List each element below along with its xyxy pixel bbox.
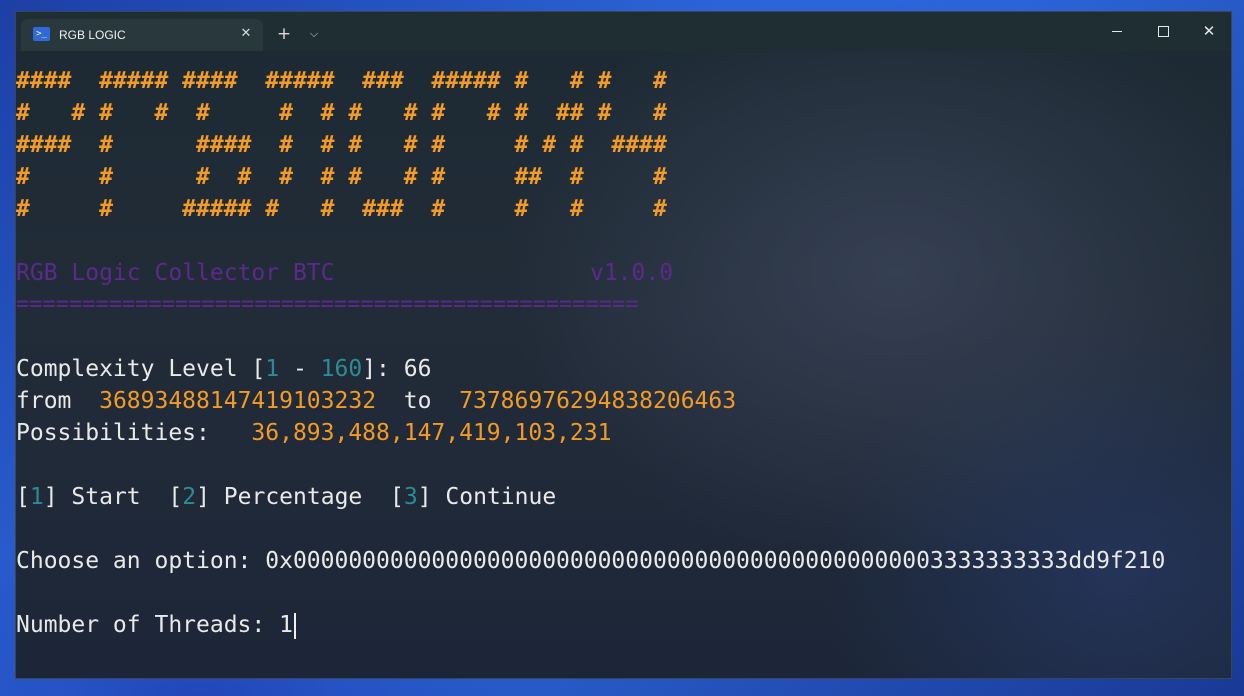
menu-label-percentage: Percentage (223, 484, 363, 510)
terminal-window: >_ RGB LOGIC ✕ + ⌵ ✕ #### ##### #### ###… (15, 11, 1232, 679)
title-bar: >_ RGB LOGIC ✕ + ⌵ ✕ (16, 12, 1231, 51)
banner-line-2: # # # # # # # # # # # # ## # # (16, 100, 667, 126)
threads-prompt-label: Number of Threads: (16, 612, 280, 638)
threads-prompt-value[interactable]: 1 (279, 612, 293, 638)
app-version: v1.0.0 (590, 260, 674, 286)
banner-line-4: # # # # # # # # # ## # # (16, 164, 667, 190)
minimize-button[interactable] (1102, 18, 1132, 44)
tab-rgb-logic[interactable]: >_ RGB LOGIC ✕ (21, 19, 263, 51)
powershell-icon: >_ (33, 27, 50, 41)
complexity-sep: - (279, 356, 321, 382)
range-to-label: to (376, 388, 460, 414)
range-line: from 36893488147419103232 to 73786976294… (16, 385, 736, 417)
banner-line-1: #### ##### #### ##### ### ##### # # # # (16, 68, 667, 94)
complexity-label: Complexity Level [ (16, 356, 266, 382)
complexity-close: ]: (362, 356, 404, 382)
minimize-icon (1112, 31, 1122, 32)
option-prompt-label: Choose an option: (16, 548, 266, 574)
complexity-min: 1 (265, 356, 280, 382)
range-from-value: 36893488147419103232 (99, 388, 377, 414)
range-to-value: 73786976294838206463 (459, 388, 737, 414)
banner-line-5: # # ##### # # ### # # # # (16, 196, 667, 222)
app-title-line: RGB Logic Collector BTC v1.0.0 (16, 257, 673, 289)
complexity-value: 66 (403, 356, 432, 382)
new-tab-button[interactable]: + (274, 24, 294, 44)
threads-prompt-line[interactable]: Number of Threads: 1 (16, 609, 296, 641)
menu-label-start: Start (71, 484, 141, 510)
app-name: RGB Logic Collector BTC (16, 260, 335, 286)
menu-label-continue: Continue (445, 484, 557, 510)
range-from-label: from (16, 388, 100, 414)
divider: ========================================… (16, 292, 639, 317)
menu-key-3: 3 (403, 484, 418, 510)
menu-option-continue: [3] Continue (389, 484, 557, 510)
maximize-icon (1158, 26, 1169, 37)
complexity-max: 160 (320, 356, 363, 382)
close-tab-icon[interactable]: ✕ (237, 25, 255, 43)
complexity-line: Complexity Level [1 - 160]: 66 (16, 353, 431, 385)
option-prompt-line: Choose an option: 0x00000000000000000000… (16, 545, 1165, 577)
banner-line-3: #### # #### # # # # # # # # #### (16, 132, 667, 158)
console-output[interactable]: #### ##### #### ##### ### ##### # # # # … (16, 53, 1231, 678)
close-window-button[interactable]: ✕ (1194, 18, 1224, 44)
menu-key-2: 2 (182, 484, 197, 510)
possibilities-line: Possibilities: 36,893,488,147,419,103,23… (16, 417, 611, 449)
menu-key-1: 1 (29, 484, 44, 510)
menu-option-percentage: [2] Percentage (168, 484, 363, 510)
maximize-button[interactable] (1148, 18, 1178, 44)
possibilities-label: Possibilities: (16, 420, 252, 446)
option-prompt-value: 0x00000000000000000000000000000000000000… (265, 548, 1166, 574)
tab-title: RGB LOGIC (59, 28, 126, 42)
menu-option-start: [1] Start (16, 484, 141, 510)
menu-line: [1] Start [2] Percentage [3] Continue (16, 481, 556, 513)
tab-dropdown-icon[interactable]: ⌵ (305, 24, 323, 44)
text-cursor (293, 612, 296, 639)
possibilities-value: 36,893,488,147,419,103,231 (251, 420, 612, 446)
